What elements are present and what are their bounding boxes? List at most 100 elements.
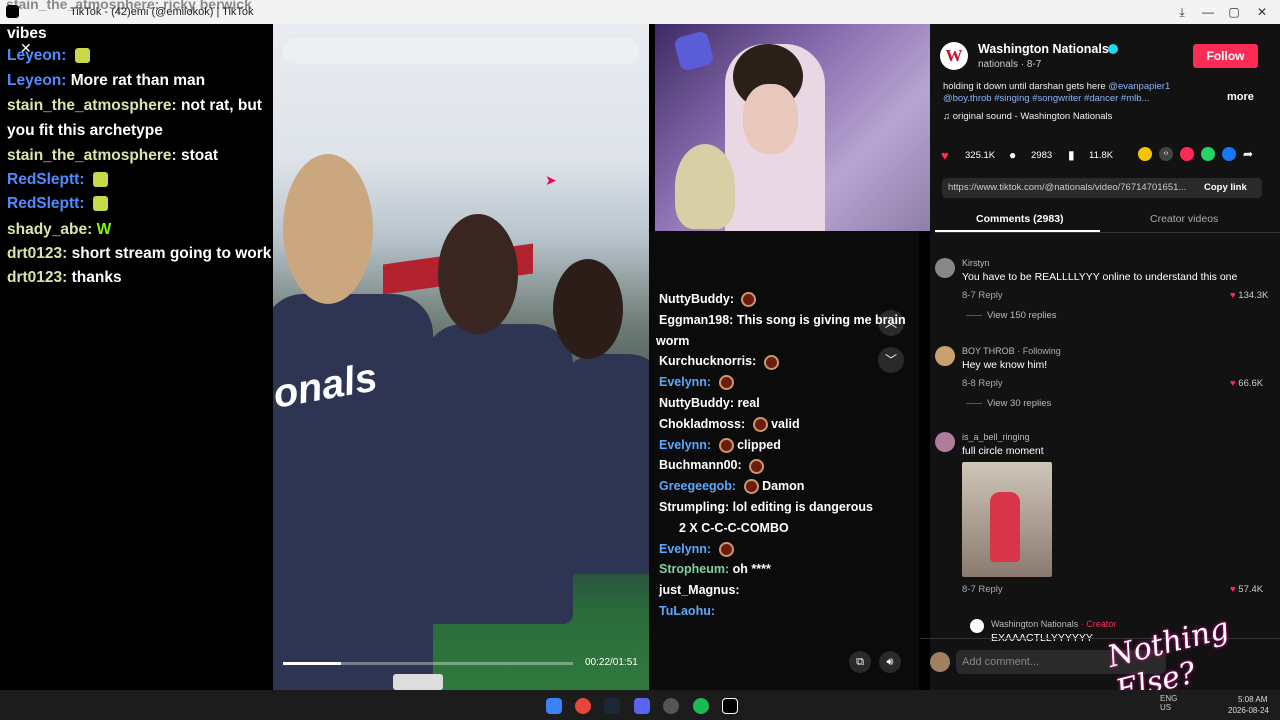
chat-message: Kurchucknorris: — [659, 354, 779, 370]
chat-username: Kurchucknorris: — [659, 354, 757, 369]
chat-username: Evelynn: — [659, 375, 712, 390]
chrome-icon[interactable] — [575, 698, 591, 714]
chat-message: Stropheum: oh **** — [659, 562, 771, 576]
tiktok-side-panel: W Washington Nationals nationals · 8-7 F… — [920, 24, 1280, 690]
captions-icon[interactable]: ⧉ — [849, 651, 871, 673]
chat-text: More rat than man — [70, 72, 206, 89]
chat-username: Stropheum: — [659, 562, 730, 577]
commenter-badge: · Following — [1017, 346, 1061, 356]
chat-text: thanks — [71, 269, 122, 286]
emote-icon — [743, 479, 759, 495]
emote-icon — [718, 437, 734, 453]
windows-start-icon[interactable] — [546, 698, 562, 714]
player-head — [438, 214, 518, 334]
commenter-name[interactable]: Kirstyn — [962, 258, 990, 268]
window-titlebar: stain_the_atmosphere: ricky berwick TikT… — [0, 0, 1280, 24]
player-figure — [273, 294, 433, 690]
close-icon[interactable]: ✕ — [20, 40, 36, 56]
streamer-face — [743, 84, 798, 154]
player-figure — [558, 354, 649, 574]
window-title: TikTok - (42)emi (@emilokok) | TikTok — [70, 6, 254, 18]
chat-username: RedSleptt: — [7, 195, 85, 212]
add-comment-input[interactable]: Add comment... — [962, 656, 1039, 668]
cursor-icon: ➤ — [545, 172, 557, 188]
close-window-button[interactable]: ✕ — [1250, 3, 1274, 21]
chat-text: clipped — [737, 437, 781, 452]
minimize-button[interactable]: — — [1196, 3, 1220, 21]
chat-text: valid — [771, 416, 800, 431]
commenter-name[interactable]: BOY THROB · Following — [962, 346, 1061, 356]
emote-icon — [763, 354, 779, 370]
chat-text: real — [737, 396, 760, 410]
chat-text: worm — [656, 333, 690, 348]
comment-meta: 8-7 Reply — [962, 290, 1003, 301]
discord-icon[interactable] — [634, 698, 650, 714]
commenter-name[interactable]: Washington Nationals · Creator — [991, 619, 1116, 629]
reply-button[interactable]: Reply — [978, 378, 1002, 389]
volume-icon[interactable]: 🔊︎ — [879, 651, 901, 673]
tiktok-video[interactable]: Find related content ⌕ onals 00:22/01:51… — [273, 24, 649, 690]
down-arrow-icon[interactable]: ⤓ — [1170, 3, 1194, 21]
chat-message: Greegeegob: Damon — [659, 479, 805, 495]
shorts-patch — [393, 674, 443, 690]
replies-line — [966, 315, 982, 316]
commenter-avatar[interactable] — [935, 432, 955, 452]
chat-username: stain_the_atmosphere: — [7, 97, 177, 114]
commenter-avatar[interactable] — [970, 619, 984, 633]
steam-icon[interactable] — [604, 698, 620, 714]
emote-icon — [92, 196, 108, 212]
emote-icon — [92, 172, 108, 188]
search-icon[interactable]: ⌕ — [620, 42, 627, 58]
maximize-button[interactable]: ▢ — [1222, 3, 1246, 21]
chat-message: Eggman198: This song is giving me brain — [659, 313, 906, 327]
chat-username: stain_the_atmosphere: — [7, 147, 177, 164]
chat-message: NuttyBuddy: real — [659, 396, 760, 410]
channel-logo — [673, 30, 715, 72]
chat-username: Buchmann00: — [659, 458, 742, 473]
chat-text: Damon — [762, 479, 805, 494]
clock-time[interactable]: 5:08 AM — [1238, 695, 1267, 704]
chat-username: just_Magnus: — [659, 583, 740, 598]
chevron-down-icon[interactable]: ﹀ — [878, 347, 904, 373]
video-progress-track[interactable] — [283, 662, 573, 665]
view-replies-button[interactable]: View 150 replies — [987, 310, 1057, 321]
chat-message: stain_the_atmosphere: not rat, but — [7, 96, 262, 116]
chat-username: Leyeon: — [7, 47, 67, 64]
player-head — [553, 259, 623, 359]
comment-text: Hey we know him! — [962, 359, 1048, 371]
commenter-avatar[interactable] — [935, 258, 955, 278]
chat-message: Chokladmoss: valid — [659, 417, 800, 432]
user-avatar — [930, 652, 950, 672]
comment-like-count[interactable]: ♥ 57.4K — [1230, 584, 1263, 595]
related-search-bar[interactable]: Find related content ⌕ — [283, 38, 639, 64]
chat-message: 2 X C-C-C-COMBO — [679, 521, 789, 535]
comment-text: You have to be REALLLLYYY online to unde… — [962, 271, 1238, 283]
chat-message: shady_abe: W — [7, 220, 111, 240]
clock-date[interactable]: 2026-08-24 — [1228, 706, 1269, 715]
reply-button[interactable]: Reply — [978, 584, 1002, 595]
comment-like-count[interactable]: ♥ 134.3K — [1230, 290, 1268, 301]
chat-text: not rat, but — [181, 97, 262, 114]
comment-like-count[interactable]: ♥ 66.6K — [1230, 378, 1263, 389]
obs-icon[interactable] — [663, 698, 679, 714]
chat-message: TuLaohu: — [659, 604, 715, 618]
emote-icon — [74, 48, 90, 64]
commenter-avatar[interactable] — [935, 346, 955, 366]
stream-chat-panel: ︿ ﹀ ⧉ 🔊︎ NuttyBuddy: Eggman198: This son… — [649, 231, 919, 690]
tiktok-taskbar-icon[interactable] — [722, 698, 738, 714]
comments-list: Kirstyn You have to be REALLLLYYY online … — [930, 24, 1280, 644]
language-indicator[interactable]: ENG US — [1160, 694, 1188, 712]
chat-message: drt0123: thanks — [7, 268, 122, 288]
stream-chat-overlay: vibes Leyeon: Leyeon: More rat than man st… — [0, 24, 273, 690]
emote-icon — [741, 292, 757, 308]
commenter-name[interactable]: is_a_bell_ringing — [962, 432, 1030, 442]
view-replies-button[interactable]: View 30 replies — [987, 398, 1051, 409]
emote-icon — [749, 458, 765, 474]
chat-message: stain_the_atmosphere: stoat — [7, 146, 218, 166]
chat-text: oh **** — [732, 562, 771, 577]
reply-button[interactable]: Reply — [978, 290, 1002, 301]
related-search-input[interactable]: Find related content — [295, 44, 392, 56]
chat-text: 2 X C-C-C-COMBO — [679, 520, 789, 535]
chat-text: W — [96, 221, 112, 238]
spotify-icon[interactable] — [693, 698, 709, 714]
